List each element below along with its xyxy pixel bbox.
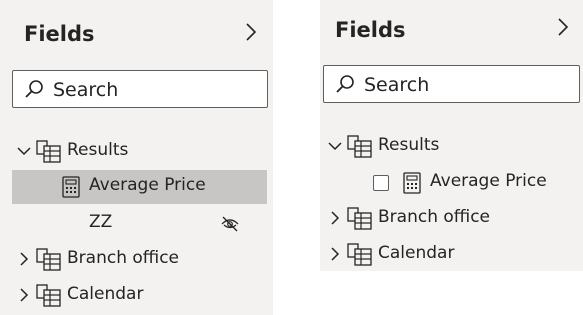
table-row-results[interactable]: Results: [0, 135, 273, 169]
table-row-calendar[interactable]: Calendar: [0, 279, 273, 313]
table-icon: [36, 248, 62, 272]
collapse-pane-chevron-icon[interactable]: [240, 21, 262, 43]
field-label: Average Price: [430, 171, 547, 191]
table-icon: [347, 135, 373, 159]
search-placeholder: Search: [53, 79, 119, 101]
table-icon: [347, 207, 373, 231]
table-label: Branch office: [67, 248, 180, 268]
calculator-icon: [403, 172, 421, 194]
field-row-average-price[interactable]: Average Price: [320, 166, 583, 200]
chevron-down-icon[interactable]: [16, 143, 32, 159]
collapse-pane-chevron-icon[interactable]: [552, 16, 574, 38]
search-icon: [23, 78, 45, 100]
search-icon: [334, 73, 356, 95]
pane-title: Fields: [24, 22, 95, 46]
field-row-average-price[interactable]: Average Price: [12, 170, 267, 204]
table-row-branch-office[interactable]: Branch office: [0, 243, 273, 277]
chevron-down-icon[interactable]: [327, 138, 343, 154]
search-input[interactable]: Search: [323, 65, 580, 103]
field-row-zz[interactable]: ZZ: [12, 207, 267, 241]
field-label: ZZ: [89, 212, 113, 232]
search-placeholder: Search: [364, 74, 430, 96]
field-checkbox[interactable]: [373, 175, 389, 191]
table-label: Branch office: [378, 207, 491, 227]
table-row-branch-office[interactable]: Branch office: [320, 202, 583, 236]
table-icon: [36, 284, 62, 308]
search-input[interactable]: Search: [12, 70, 268, 108]
table-label: Calendar: [67, 284, 144, 304]
chevron-right-icon[interactable]: [16, 287, 32, 303]
table-row-calendar[interactable]: Calendar: [320, 238, 583, 272]
calculator-icon: [62, 176, 80, 198]
fields-pane-right: Fields Search Results Average Price Bran…: [320, 0, 583, 271]
chevron-right-icon[interactable]: [16, 251, 32, 267]
table-icon: [347, 243, 373, 267]
field-label: Average Price: [89, 175, 206, 195]
table-label: Calendar: [378, 243, 455, 263]
table-label: Results: [67, 140, 129, 160]
chevron-right-icon[interactable]: [327, 210, 343, 226]
table-label: Results: [378, 135, 440, 155]
fields-pane-left: Fields Search Results Average Price ZZ B…: [0, 0, 273, 315]
eye-hidden-icon[interactable]: [220, 215, 240, 233]
chevron-right-icon[interactable]: [327, 246, 343, 262]
table-icon: [36, 140, 62, 164]
table-row-results[interactable]: Results: [320, 130, 583, 164]
pane-title: Fields: [335, 18, 406, 42]
